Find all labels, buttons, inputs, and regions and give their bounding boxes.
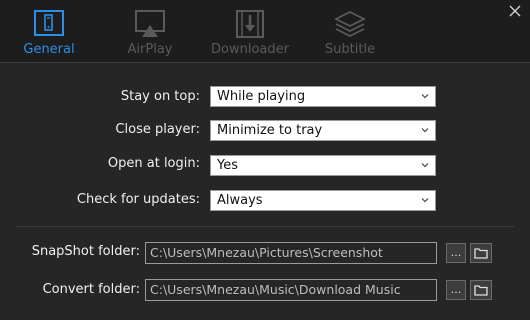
close-icon[interactable]: [506, 2, 524, 20]
chevron-down-icon: [421, 163, 429, 168]
close-player-select[interactable]: Minimize to tray: [210, 120, 436, 141]
tab-label: Downloader: [211, 42, 289, 57]
check-updates-value: Always: [217, 193, 263, 208]
snapshot-folder-label: SnapShot folder:: [31, 244, 140, 259]
section-divider: [16, 226, 514, 227]
airplay-icon: [135, 10, 165, 37]
stay-on-top-label: Stay on top:: [120, 89, 200, 104]
phone-device-icon: [34, 10, 64, 36]
tab-label: General: [23, 42, 75, 57]
tab-label: AirPlay: [127, 42, 173, 57]
convert-folder-label: Convert folder:: [42, 282, 140, 297]
tab-subtitle[interactable]: Subtitle: [302, 0, 398, 63]
stay-on-top-value: While playing: [217, 89, 306, 104]
convert-folder-input[interactable]: C:\Users\Mnezau\Music\Download Music: [145, 279, 437, 301]
tab-bar: General AirPlay Downloader Subtitle: [0, 0, 530, 63]
snapshot-browse-button[interactable]: ...: [446, 243, 466, 263]
close-player-label: Close player:: [115, 122, 200, 137]
tab-label: Subtitle: [324, 42, 376, 57]
open-at-login-label: Open at login:: [107, 156, 200, 171]
snapshot-open-folder-button[interactable]: [470, 243, 492, 263]
open-at-login-value: Yes: [217, 158, 238, 173]
convert-open-folder-button[interactable]: [470, 280, 492, 300]
film-download-icon: [236, 10, 264, 38]
stay-on-top-select[interactable]: While playing: [210, 86, 436, 107]
close-player-value: Minimize to tray: [217, 123, 323, 138]
chevron-down-icon: [421, 94, 429, 99]
open-at-login-select[interactable]: Yes: [210, 155, 436, 176]
chevron-down-icon: [421, 198, 429, 203]
tab-airplay[interactable]: AirPlay: [102, 0, 198, 63]
folder-icon: [474, 285, 488, 296]
tab-downloader[interactable]: Downloader: [202, 0, 298, 63]
check-updates-select[interactable]: Always: [210, 190, 436, 211]
chevron-down-icon: [421, 128, 429, 133]
tab-general[interactable]: General: [1, 0, 97, 63]
layers-icon: [334, 10, 366, 38]
check-updates-label: Check for updates:: [76, 192, 200, 207]
folder-icon: [474, 248, 488, 259]
convert-browse-button[interactable]: ...: [446, 280, 466, 300]
snapshot-folder-input[interactable]: C:\Users\Mnezau\Pictures\Screenshot: [145, 242, 437, 264]
